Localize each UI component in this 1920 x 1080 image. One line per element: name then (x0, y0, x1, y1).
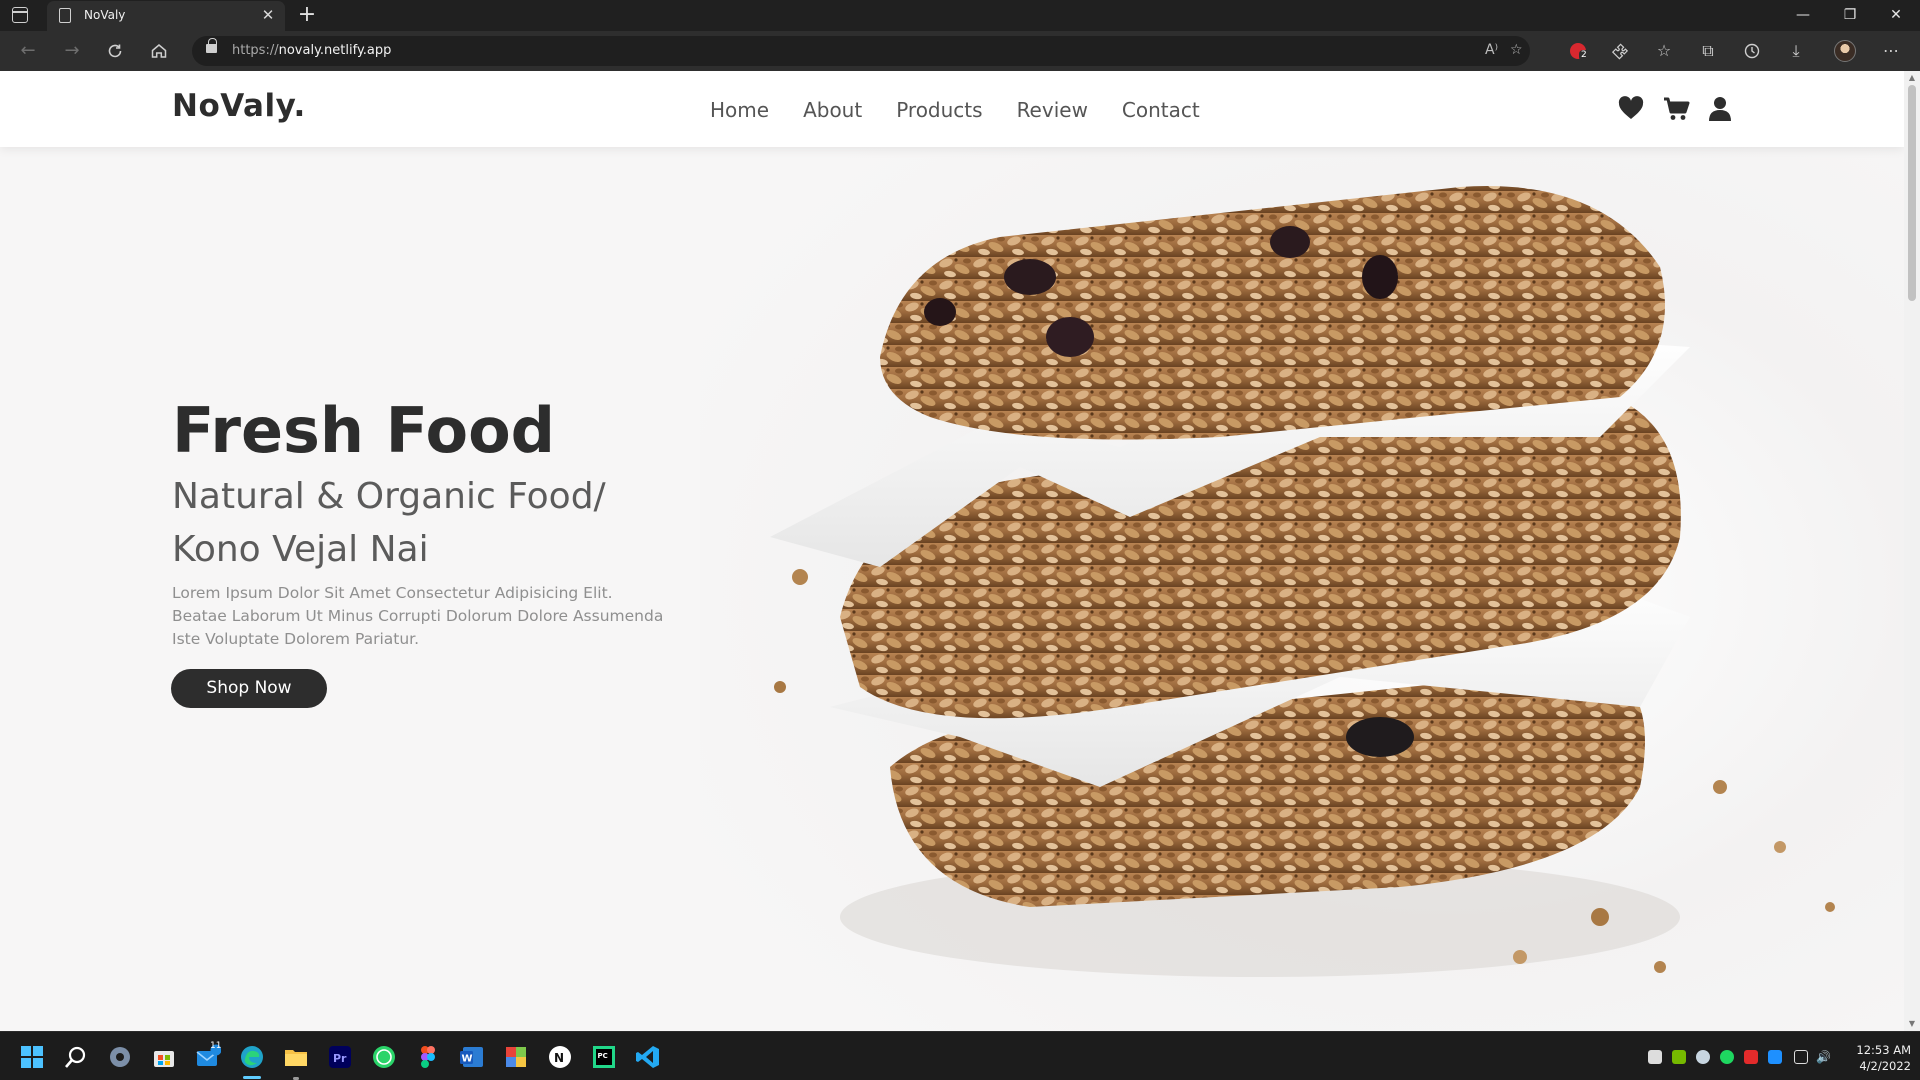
volume-icon[interactable]: 🔊 (1816, 1050, 1831, 1064)
url-text[interactable]: https://novaly.netlify.app (232, 43, 391, 58)
read-aloud-icon[interactable]: A⁾ (1485, 42, 1498, 58)
extension-badge[interactable]: 2 (1570, 43, 1589, 61)
edge-icon[interactable] (239, 1044, 265, 1070)
notion-icon[interactable]: N (547, 1044, 573, 1070)
main-nav: Home About Products Review Contact (710, 98, 1200, 122)
clock-date: 4/2/2022 (1859, 1059, 1911, 1073)
network-icon[interactable] (1794, 1050, 1808, 1064)
close-tab-icon[interactable]: ✕ (259, 6, 277, 24)
svg-text:Pr: Pr (333, 1052, 347, 1065)
collections-icon[interactable]: ⧉ (1697, 40, 1719, 62)
browser-toolbar: ← → https://novaly.netlify.app A⁾ ☆ ☆ ⧉ … (0, 31, 1920, 71)
tab-title: NoValy (84, 8, 126, 22)
minecraft-icon[interactable] (503, 1044, 529, 1070)
hero-subtitle-line2: Kono Vejal Nai (172, 529, 429, 570)
downloads-icon[interactable]: ⤓ (1785, 40, 1807, 62)
svg-text:N: N (554, 1051, 564, 1065)
nav-contact[interactable]: Contact (1122, 98, 1200, 122)
back-icon[interactable]: ← (15, 39, 41, 63)
figma-icon[interactable] (415, 1044, 441, 1070)
cart-icon[interactable] (1662, 95, 1690, 123)
settings-icon[interactable] (107, 1044, 133, 1070)
nav-about[interactable]: About (803, 98, 862, 122)
user-icon[interactable] (1706, 95, 1734, 123)
acrobat-icon[interactable] (1744, 1050, 1758, 1064)
hero-title: Fresh Food (172, 394, 556, 467)
new-tab-icon[interactable]: + (296, 3, 318, 27)
site-header: NoValy. Home About Products Review Conta… (0, 71, 1904, 147)
active-app-indicator (243, 1076, 261, 1079)
page-viewport: NoValy. Home About Products Review Conta… (0, 71, 1904, 1031)
minimize-icon[interactable]: — (1783, 4, 1823, 26)
clock-time: 12:53 AM (1856, 1043, 1911, 1057)
hero-description: Lorem Ipsum Dolor Sit Amet Consectetur A… (172, 584, 664, 648)
pycharm-icon[interactable]: PC (591, 1044, 617, 1070)
spotify-icon[interactable] (1720, 1050, 1734, 1064)
forward-icon[interactable]: → (59, 39, 85, 63)
profile-avatar[interactable] (1834, 40, 1856, 62)
file-explorer-icon[interactable] (283, 1044, 309, 1070)
word-icon[interactable]: W (459, 1044, 485, 1070)
windows-taskbar: 11 Pr W N PC 🔊 12:53 AM 4/2/2022 (0, 1031, 1920, 1080)
vscode-icon[interactable] (635, 1044, 661, 1070)
refresh-icon[interactable] (102, 39, 128, 63)
svg-text:PC: PC (598, 1052, 608, 1060)
add-favorite-icon[interactable]: ☆ (1510, 42, 1523, 58)
browser-tab[interactable]: NoValy ✕ (47, 1, 285, 31)
hero-subtitle-line1: Natural & Organic Food/ (172, 476, 606, 517)
nav-home[interactable]: Home (710, 98, 769, 122)
whatsapp-icon[interactable] (371, 1044, 397, 1070)
start-icon[interactable] (19, 1044, 45, 1070)
scroll-down-icon[interactable]: ▼ (1907, 1019, 1917, 1028)
site-logo[interactable]: NoValy. (172, 88, 306, 124)
mail-badge: 11 (210, 1041, 222, 1051)
scroll-up-icon[interactable]: ▲ (1907, 73, 1917, 82)
granola-bars-image (700, 147, 1904, 1031)
browser-tab-strip: NoValy ✕ + — ❐ ✕ (0, 0, 1920, 31)
home-icon[interactable] (146, 39, 172, 63)
search-icon[interactable] (63, 1044, 89, 1070)
address-bar[interactable]: https://novaly.netlify.app A⁾ ☆ (192, 36, 1530, 66)
page-scrollbar[interactable]: ▲ ▼ (1904, 71, 1920, 1031)
svg-text:W: W (462, 1054, 473, 1065)
lock-icon[interactable] (206, 38, 217, 53)
extensions-icon[interactable] (1609, 40, 1631, 62)
close-window-icon[interactable]: ✕ (1876, 4, 1916, 26)
discord-icon[interactable] (1648, 1050, 1662, 1064)
shop-now-button[interactable]: Shop Now (171, 669, 327, 708)
nav-products[interactable]: Products (896, 98, 982, 122)
scrollbar-thumb[interactable] (1908, 85, 1916, 301)
defender-icon[interactable] (1768, 1050, 1782, 1064)
restore-icon[interactable]: ❐ (1830, 4, 1870, 26)
nav-review[interactable]: Review (1017, 98, 1088, 122)
page-favicon-icon (59, 8, 71, 23)
more-icon[interactable]: ⋯ (1880, 40, 1902, 62)
hero-subtitle: Natural & Organic Food/ Kono Vejal Nai (172, 470, 606, 576)
premiere-icon[interactable]: Pr (327, 1044, 353, 1070)
tab-actions-icon[interactable] (12, 7, 28, 23)
steam-icon[interactable] (1696, 1050, 1710, 1064)
favorites-icon[interactable]: ☆ (1653, 40, 1675, 62)
taskbar-clock[interactable]: 12:53 AM 4/2/2022 (1841, 1042, 1911, 1074)
history-icon[interactable] (1741, 40, 1763, 62)
nvidia-icon[interactable] (1672, 1050, 1686, 1064)
heart-icon[interactable] (1617, 95, 1645, 123)
store-icon[interactable] (151, 1044, 177, 1070)
